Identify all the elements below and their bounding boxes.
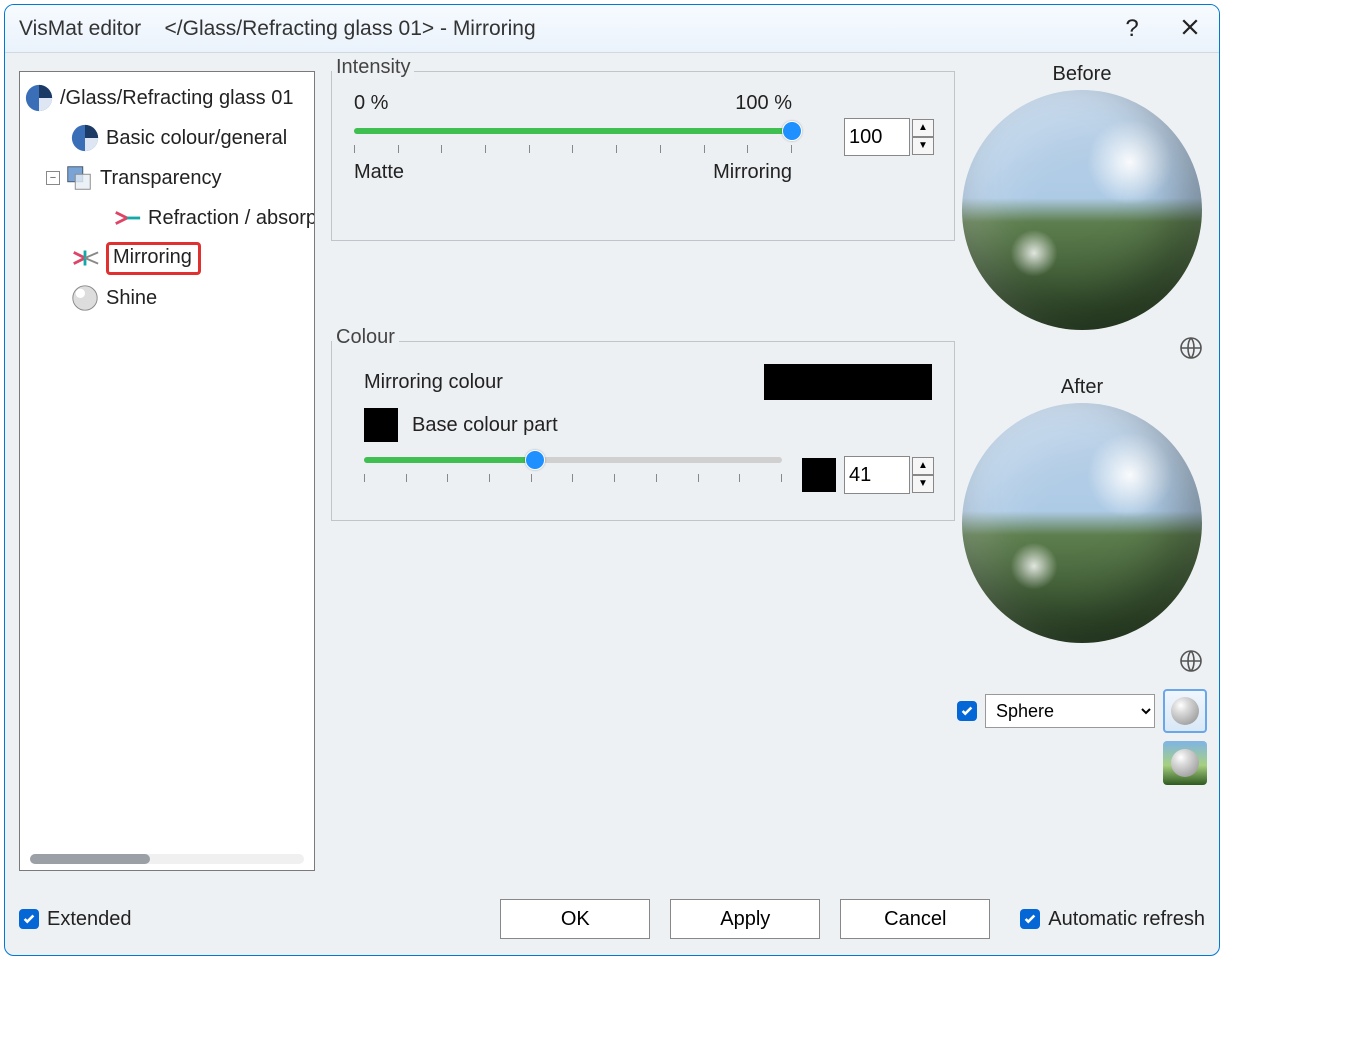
base-colour-spin-down[interactable]: ▼ xyxy=(912,475,934,493)
preview-background-thumbnail[interactable] xyxy=(1163,741,1207,785)
after-preview xyxy=(962,403,1202,643)
tree-item-shine[interactable]: Shine xyxy=(24,278,314,318)
intensity-spin-up[interactable]: ▲ xyxy=(912,119,934,137)
preview-panel: Before After Sphere xyxy=(957,63,1207,785)
titlebar: VisMat editor </Glass/Refracting glass 0… xyxy=(5,5,1219,53)
tree-item-mirroring-label: Mirroring xyxy=(106,242,201,275)
intensity-value-input[interactable] xyxy=(844,118,910,156)
basic-colour-icon xyxy=(70,123,100,153)
scrollbar-thumb[interactable] xyxy=(30,854,150,864)
tree-item-refraction[interactable]: Refraction / absorption xyxy=(24,198,314,238)
before-label: Before xyxy=(957,63,1207,86)
intensity-slider[interactable] xyxy=(354,121,792,141)
after-label: After xyxy=(957,376,1207,399)
colour-group: Colour Mirroring colour Base colour part xyxy=(331,341,955,521)
colour-legend: Colour xyxy=(332,326,399,349)
preview-shape-select[interactable]: Sphere xyxy=(985,694,1155,728)
close-button[interactable] xyxy=(1175,15,1205,43)
tree-item-transparency[interactable]: − Transparency xyxy=(24,158,314,198)
mirroring-colour-swatch[interactable] xyxy=(764,364,932,400)
base-colour-result-swatch xyxy=(802,458,836,492)
after-environment-button[interactable] xyxy=(957,649,1203,679)
intensity-min-label: Matte xyxy=(354,161,404,184)
intensity-max-label: Mirroring xyxy=(713,161,792,184)
auto-refresh-checkbox[interactable] xyxy=(1020,909,1040,929)
ok-button[interactable]: OK xyxy=(500,899,650,939)
globe-icon xyxy=(1179,649,1203,673)
extended-label: Extended xyxy=(47,908,132,931)
mirroring-icon xyxy=(70,243,100,273)
base-colour-slider[interactable] xyxy=(364,450,782,470)
intensity-group: Intensity 0 % 100 % Matte xyxy=(331,71,955,241)
before-environment-button[interactable] xyxy=(957,336,1203,366)
document-name: </Glass/Refracting glass 01> - Mirroring xyxy=(165,17,536,40)
shape-enable-checkbox[interactable] xyxy=(957,701,977,721)
refraction-icon xyxy=(112,203,142,233)
before-preview xyxy=(962,90,1202,330)
app-name: VisMat editor xyxy=(19,17,141,40)
base-colour-slider-thumb[interactable] xyxy=(525,450,545,470)
intensity-min-pct: 0 % xyxy=(354,92,388,115)
cancel-button[interactable]: Cancel xyxy=(840,899,990,939)
shine-icon xyxy=(70,283,100,313)
auto-refresh-label: Automatic refresh xyxy=(1048,908,1205,931)
globe-icon xyxy=(1179,336,1203,360)
base-colour-label: Base colour part xyxy=(412,414,558,437)
help-button[interactable]: ? xyxy=(1117,15,1147,43)
base-colour-spin-up[interactable]: ▲ xyxy=(912,457,934,475)
extended-checkbox[interactable] xyxy=(19,909,39,929)
tree-root[interactable]: /Glass/Refracting glass 01 xyxy=(24,78,314,118)
intensity-legend: Intensity xyxy=(332,56,414,79)
preview-shape-thumbnail[interactable] xyxy=(1163,689,1207,733)
transparency-icon xyxy=(64,163,94,193)
tree-horizontal-scrollbar[interactable] xyxy=(30,854,304,864)
base-colour-swatch[interactable] xyxy=(364,408,398,442)
tree-item-mirroring[interactable]: Mirroring xyxy=(24,238,314,278)
intensity-slider-thumb[interactable] xyxy=(782,121,802,141)
tree-root-label: /Glass/Refracting glass 01 xyxy=(60,87,293,110)
vismat-editor-window: VisMat editor </Glass/Refracting glass 0… xyxy=(4,4,1220,956)
tree-item-basic-colour[interactable]: Basic colour/general xyxy=(24,118,314,158)
material-tree[interactable]: /Glass/Refracting glass 01 Basic colour/… xyxy=(19,71,315,871)
apply-button[interactable]: Apply xyxy=(670,899,820,939)
intensity-max-pct: 100 % xyxy=(735,92,792,115)
mirroring-colour-label: Mirroring colour xyxy=(364,371,503,394)
base-colour-value-input[interactable] xyxy=(844,456,910,494)
window-title: VisMat editor </Glass/Refracting glass 0… xyxy=(19,17,536,41)
material-root-icon xyxy=(24,83,54,113)
intensity-spin-down[interactable]: ▼ xyxy=(912,137,934,155)
close-icon xyxy=(1181,18,1199,36)
collapse-toggle[interactable]: − xyxy=(46,171,60,185)
footer: Extended OK Apply Cancel Automatic refre… xyxy=(19,899,1205,939)
